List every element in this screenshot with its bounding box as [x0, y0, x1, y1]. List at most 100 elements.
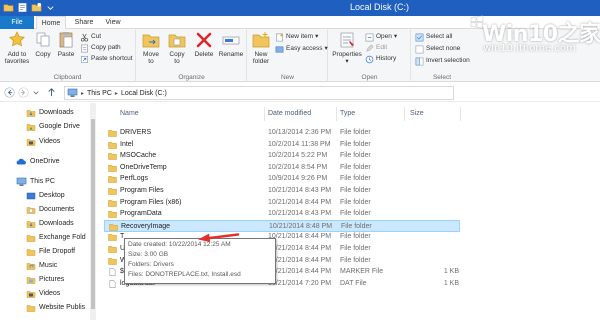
- file-name: PerfLogs: [120, 175, 149, 183]
- nav-item-downloads[interactable]: Downloads: [26, 107, 74, 119]
- easy-access-button[interactable]: Easy access ▾: [275, 44, 328, 54]
- column-divider[interactable]: [336, 107, 337, 121]
- file-date-modified: 10/2/2014 11:38 PM: [268, 140, 331, 148]
- select-all-button[interactable]: Select all: [415, 32, 452, 42]
- file-date-modified: 10/21/2014 8:44 PM: [268, 198, 332, 206]
- address-bar[interactable]: ▸ This PC ▸ Local Disk (C:): [64, 86, 454, 100]
- move-to-icon: [142, 34, 160, 48]
- file-icon: [109, 279, 116, 288]
- table-row[interactable]: OneDriveTemp 10/2/2014 8:54 PM File folder: [104, 162, 460, 174]
- copy-button[interactable]: Copy: [32, 30, 54, 58]
- edit-button[interactable]: Edit: [365, 43, 387, 53]
- nav-item-pictures[interactable]: Pictures: [26, 274, 64, 286]
- copy-path-button[interactable]: Copy path: [80, 43, 121, 53]
- breadcrumb-local-disk[interactable]: Local Disk (C:): [121, 90, 167, 97]
- table-row[interactable]: ProgramData 10/21/2014 8:43 PM File folder: [104, 208, 460, 220]
- file-date-modified: 10/2/2014 8:54 PM: [268, 163, 328, 171]
- file-date-modified: 10/2/2014 5:22 PM: [268, 152, 328, 160]
- navigation-scrollbar[interactable]: [90, 103, 96, 320]
- nav-item-label: Website Publis: [39, 304, 86, 311]
- open-icon: [365, 33, 374, 41]
- forward-icon[interactable]: [18, 87, 29, 98]
- new-folder-label-line1: New: [254, 51, 268, 58]
- paste-button[interactable]: Paste: [54, 30, 78, 58]
- nav-item-label: File Dropoff: [39, 248, 76, 255]
- breadcrumb-this-pc[interactable]: This PC: [87, 90, 112, 97]
- new-group-label: New: [280, 74, 294, 81]
- rename-button[interactable]: Rename: [217, 30, 245, 58]
- file-date-modified: 10/21/2014 8:44 PM: [268, 245, 332, 252]
- file-date-modified: 10/21/2014 8:43 PM: [268, 187, 332, 194]
- nav-item-google-drive[interactable]: Google Drive: [26, 121, 80, 133]
- table-row[interactable]: DRIVERS 10/13/2014 2:36 PM File folder: [104, 127, 460, 139]
- select-all-icon: [415, 33, 424, 41]
- column-divider[interactable]: [460, 107, 461, 121]
- cut-button[interactable]: Cut: [80, 32, 101, 42]
- table-row[interactable]: Program Files (x86) 10/21/2014 8:44 PM Fil…: [104, 197, 460, 209]
- properties-icon[interactable]: [17, 2, 28, 13]
- tab-view[interactable]: View: [100, 16, 126, 29]
- breadcrumb-separator[interactable]: ▸: [81, 90, 84, 97]
- organize-group-label: Organize: [178, 74, 205, 81]
- table-row[interactable]: Intel 10/2/2014 11:38 PM File folder: [104, 139, 460, 151]
- history-button[interactable]: History: [365, 54, 396, 64]
- pin-to-favorites-button[interactable]: Add to favorites: [2, 30, 32, 65]
- tab-home[interactable]: Home: [36, 16, 66, 30]
- file-type: File folder: [340, 152, 371, 160]
- new-folder-icon[interactable]: [31, 2, 42, 13]
- table-row[interactable]: PerfLogs 10/9/2014 9:26 PM File folder: [104, 173, 460, 185]
- new-item-button[interactable]: New item ▾: [275, 32, 318, 42]
- folder-icon[interactable]: [3, 2, 14, 13]
- new-folder-button[interactable]: New folder: [249, 30, 273, 65]
- folder-icon: [108, 164, 117, 172]
- column-divider[interactable]: [264, 107, 265, 121]
- select-group: Select all Select none Invert selection …: [412, 29, 472, 82]
- copy-path-icon: [81, 44, 88, 52]
- table-row[interactable]: Program Files 10/21/2014 8:43 PM File fold…: [104, 185, 460, 197]
- nav-item-documents[interactable]: Documents: [26, 204, 74, 216]
- history-icon: [365, 55, 374, 63]
- nav-item-exchange-folder[interactable]: Exchange Fold: [26, 232, 86, 244]
- open-button[interactable]: Open ▾: [365, 32, 397, 42]
- folder-icon: [108, 211, 117, 218]
- nav-item-this-pc[interactable]: This PC: [16, 176, 55, 188]
- column-header-type[interactable]: Type: [340, 108, 355, 120]
- table-row[interactable]: MSOCache 10/2/2014 5:22 PM File folder: [104, 150, 460, 162]
- properties-button[interactable]: Properties ▾: [331, 30, 363, 65]
- column-header-size[interactable]: Size: [410, 108, 424, 120]
- copy-to-button[interactable]: Copy to: [165, 30, 189, 65]
- edit-label: Edit: [376, 44, 388, 51]
- nav-item-downloads[interactable]: Downloads: [26, 218, 74, 230]
- chevron-down-icon[interactable]: [45, 2, 56, 13]
- nav-item-onedrive[interactable]: OneDrive: [16, 156, 60, 168]
- nav-item-file-dropoff[interactable]: File Dropoff: [26, 246, 75, 258]
- scrollbar-thumb[interactable]: [91, 119, 95, 309]
- nav-item-music[interactable]: Music: [26, 260, 57, 272]
- column-header-name[interactable]: Name: [120, 108, 139, 120]
- nav-item-videos[interactable]: Videos: [26, 288, 60, 300]
- move-to-button[interactable]: Move to: [139, 30, 163, 65]
- recent-locations-icon[interactable]: [32, 87, 40, 98]
- column-divider[interactable]: [404, 107, 405, 121]
- nav-item-videos[interactable]: Videos: [26, 136, 60, 148]
- back-icon[interactable]: [4, 87, 15, 98]
- delete-label: Delete: [194, 51, 214, 58]
- file-type: File folder: [340, 210, 371, 218]
- up-arrow-icon[interactable]: [46, 87, 57, 98]
- nav-item-website-publishing[interactable]: Website Publis: [26, 302, 85, 314]
- tab-share[interactable]: Share: [70, 16, 98, 29]
- paste-shortcut-button[interactable]: Paste shortcut: [80, 54, 133, 64]
- pin-icon: [9, 31, 25, 47]
- watermark-subtitle: win10.ithome.com: [483, 43, 576, 54]
- breadcrumb-separator[interactable]: ▸: [115, 90, 118, 97]
- table-row-selected[interactable]: RecoveryImage 10/21/2014 8:48 PM File fold…: [104, 219, 460, 232]
- select-none-button[interactable]: Select none: [415, 44, 460, 54]
- nav-item-desktop[interactable]: Desktop: [26, 190, 65, 202]
- invert-selection-button[interactable]: Invert selection: [415, 56, 470, 66]
- folder-icon: [108, 199, 117, 207]
- file-size: 1 KB: [443, 268, 459, 276]
- file-type: File folder: [340, 175, 371, 183]
- delete-button[interactable]: Delete: [191, 30, 217, 58]
- tab-file[interactable]: File: [0, 16, 34, 29]
- column-header-date-modified[interactable]: Date modified: [268, 108, 311, 120]
